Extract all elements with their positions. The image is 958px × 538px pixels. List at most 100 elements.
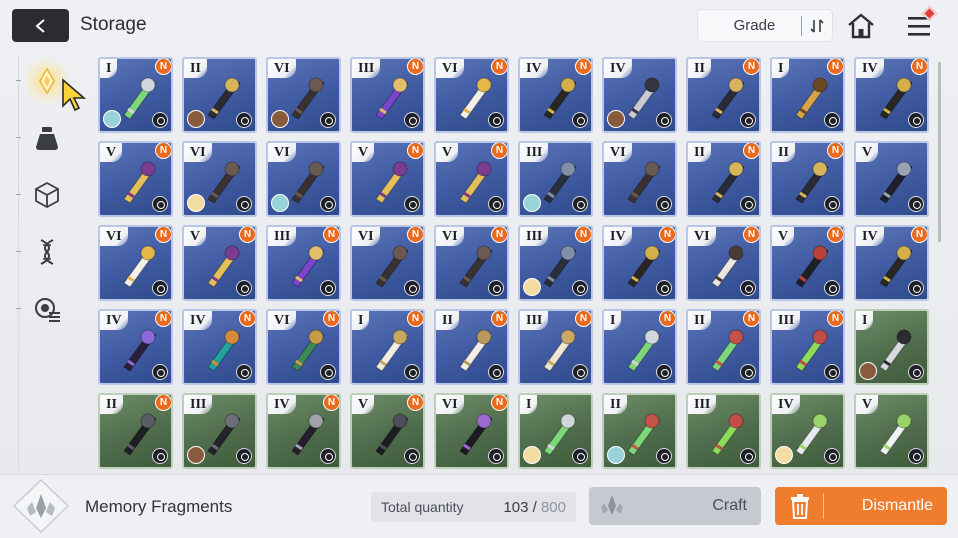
new-badge: N	[323, 311, 339, 327]
item-tile[interactable]: III	[686, 393, 761, 469]
new-badge: N	[323, 395, 339, 411]
item-tile[interactable]: III	[182, 393, 257, 469]
attribute-type-icon	[404, 112, 420, 128]
item-tile[interactable]: VN	[98, 141, 173, 217]
attribute-type-icon	[236, 112, 252, 128]
back-button[interactable]	[12, 9, 69, 42]
item-tile[interactable]: II	[182, 57, 257, 133]
attribute-type-icon	[152, 196, 168, 212]
new-badge: N	[575, 227, 591, 243]
item-tile[interactable]: II N	[770, 141, 845, 217]
item-tile[interactable]: I	[518, 393, 593, 469]
item-tile[interactable]: IV	[770, 393, 845, 469]
item-tile[interactable]: II N	[686, 57, 761, 133]
new-badge: N	[407, 59, 423, 75]
item-tile[interactable]: IV N	[602, 225, 677, 301]
new-badge: N	[575, 59, 591, 75]
character-avatar-icon	[271, 110, 289, 128]
attribute-type-icon	[908, 448, 924, 464]
sidebar-item-gene[interactable]	[28, 233, 66, 271]
attribute-type-icon	[320, 112, 336, 128]
item-tile[interactable]: IN	[350, 309, 425, 385]
item-tile[interactable]: IV N	[854, 57, 929, 133]
item-tile[interactable]: VI N	[266, 309, 341, 385]
attribute-type-icon	[488, 112, 504, 128]
attribute-type-icon	[152, 112, 168, 128]
item-tile[interactable]: IN	[98, 57, 173, 133]
attribute-type-icon	[404, 196, 420, 212]
item-tile[interactable]: III N	[518, 225, 593, 301]
item-tile[interactable]: IV N	[854, 225, 929, 301]
item-tile[interactable]: VN	[350, 393, 425, 469]
item-tile[interactable]: III	[518, 141, 593, 217]
item-tile[interactable]: III N	[518, 309, 593, 385]
page-title: Storage	[80, 14, 147, 35]
attribute-type-icon	[152, 364, 168, 380]
attribute-type-icon	[824, 196, 840, 212]
dismantle-button[interactable]: Dismantle	[775, 487, 947, 525]
item-tile[interactable]: VI	[266, 141, 341, 217]
attribute-type-icon	[236, 364, 252, 380]
back-arrow-icon	[34, 18, 45, 33]
attribute-type-icon	[572, 112, 588, 128]
item-tile[interactable]: IN	[602, 309, 677, 385]
attribute-type-icon	[488, 280, 504, 296]
item-tile[interactable]: VI N	[686, 225, 761, 301]
sidebar-item-pouch[interactable]	[28, 119, 66, 157]
item-tile[interactable]: IV N	[98, 309, 173, 385]
item-tile[interactable]: VN	[350, 141, 425, 217]
character-avatar-icon	[775, 446, 793, 464]
home-icon[interactable]	[846, 11, 876, 41]
new-badge: N	[659, 227, 675, 243]
attribute-type-icon	[488, 196, 504, 212]
new-badge: N	[239, 311, 255, 327]
new-badge: N	[239, 227, 255, 243]
item-tile[interactable]: VI N	[434, 225, 509, 301]
scrollbar[interactable]	[938, 62, 941, 242]
item-tile[interactable]: VN	[434, 141, 509, 217]
item-tile[interactable]: II N	[98, 393, 173, 469]
item-tile[interactable]: II N	[686, 141, 761, 217]
item-tile[interactable]: VI	[182, 141, 257, 217]
sidebar-item-list[interactable]	[28, 290, 66, 328]
new-badge: N	[155, 59, 171, 75]
dna-icon	[40, 239, 54, 265]
item-tile[interactable]: V	[854, 393, 929, 469]
item-tile[interactable]: VN	[182, 225, 257, 301]
item-tile[interactable]: IV N	[518, 57, 593, 133]
item-tile[interactable]: II N	[434, 309, 509, 385]
attribute-type-icon	[404, 280, 420, 296]
attribute-type-icon	[152, 448, 168, 464]
item-tile[interactable]: IV	[602, 57, 677, 133]
item-tile[interactable]: VN	[770, 225, 845, 301]
new-badge: N	[827, 311, 843, 327]
item-tile[interactable]: VI N	[350, 225, 425, 301]
new-badge: N	[491, 311, 507, 327]
item-tile[interactable]: V	[854, 141, 929, 217]
item-tile[interactable]: IV N	[182, 309, 257, 385]
grade-sort-button[interactable]: Grade	[697, 9, 833, 42]
sidebar-item-cube[interactable]	[28, 176, 66, 214]
item-tile[interactable]: VI	[266, 57, 341, 133]
sidebar-tick	[16, 308, 21, 309]
craft-button[interactable]: Craft	[589, 487, 761, 525]
item-tile[interactable]: I	[854, 309, 929, 385]
new-badge: N	[743, 227, 759, 243]
item-tile[interactable]: II	[602, 393, 677, 469]
attribute-type-icon	[572, 448, 588, 464]
item-tile[interactable]: IV N	[266, 393, 341, 469]
item-tile[interactable]: III N	[266, 225, 341, 301]
item-grid: I N II VI III N VI N IV N IV II N I N IV N V N VI VI V N V N III V…	[98, 56, 934, 474]
item-tile[interactable]: III N	[350, 57, 425, 133]
character-avatar-icon	[523, 278, 541, 296]
item-tile[interactable]: VI N	[434, 393, 509, 469]
item-tile[interactable]: VI N	[98, 225, 173, 301]
category-label: Memory Fragments	[85, 497, 233, 516]
sort-order-icon[interactable]	[802, 18, 832, 34]
sidebar-line	[18, 56, 19, 470]
item-tile[interactable]: II N	[686, 309, 761, 385]
item-tile[interactable]: VI N	[434, 57, 509, 133]
item-tile[interactable]: VI	[602, 141, 677, 217]
item-tile[interactable]: IN	[770, 57, 845, 133]
item-tile[interactable]: III N	[770, 309, 845, 385]
